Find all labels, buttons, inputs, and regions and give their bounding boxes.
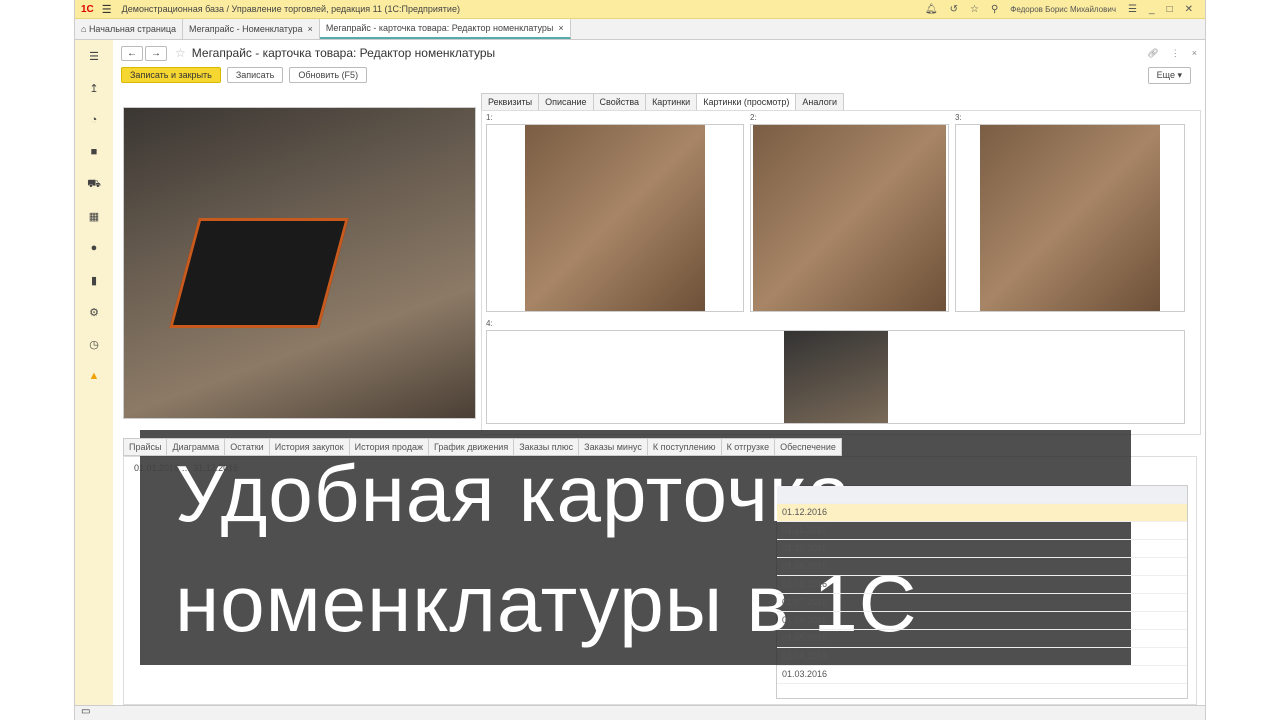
tab-shipment[interactable]: К отгрузке (720, 438, 776, 456)
analytics-tabs: Прайсы Диаграмма Остатки История закупок… (123, 438, 842, 456)
user-name[interactable]: Федоров Борис Михайлович (1010, 5, 1116, 14)
tab-requisites[interactable]: Реквизиты (481, 93, 540, 111)
close-tab-icon[interactable]: × (308, 24, 313, 34)
save-button[interactable]: Записать (226, 67, 284, 83)
save-close-button[interactable]: Записать и закрыть (121, 67, 221, 83)
tab-diagram[interactable]: Диаграмма (166, 438, 226, 456)
more-vert-icon[interactable]: ⋮ (1171, 48, 1180, 58)
picture-gallery: 1: 2: 3: 4: (481, 110, 1201, 435)
tab-prices[interactable]: Прайсы (123, 438, 168, 456)
tab-analogs[interactable]: Аналоги (795, 93, 845, 111)
period-to[interactable]: 31.12.2016 (193, 463, 238, 473)
status-bar: ▭ (75, 705, 1205, 720)
close-tab-icon[interactable]: × (558, 23, 563, 33)
back-button[interactable]: ← (121, 45, 143, 61)
list-item[interactable]: 01.05.2016 (777, 630, 1187, 648)
picture-4[interactable] (486, 330, 1185, 424)
list-item[interactable]: 01.10.2016 (777, 540, 1187, 558)
picture-1[interactable] (486, 124, 744, 312)
grid-icon[interactable]: ▦ (89, 210, 99, 242)
list-item[interactable]: 01.09.2016 (777, 558, 1187, 576)
form: ← → ☆ Мегапрайс - карточка товара: Редак… (121, 40, 1201, 705)
settings-menu-icon[interactable]: ☰ (1128, 4, 1137, 15)
list-item[interactable]: 01.04.2016 (777, 648, 1187, 666)
more-button[interactable]: Еще ▾ (1147, 66, 1191, 84)
list-item[interactable]: 01.08.2016 (777, 576, 1187, 594)
tab-sales-history[interactable]: История продаж (348, 438, 429, 456)
tab-bar: ⌂ Начальная страница Мегапрайс - Номенкл… (75, 19, 1205, 40)
clock-icon[interactable]: ◷ (89, 338, 99, 370)
tab-properties[interactable]: Свойства (592, 93, 647, 111)
app-window: 1С ☰ Демонстрационная база / Управление … (74, 0, 1206, 720)
period-from[interactable]: 01.01.2016 (134, 463, 179, 473)
favorite-icon[interactable]: ☆ (175, 46, 186, 60)
picture-tabs: Реквизиты Описание Свойства Картинки Кар… (481, 93, 845, 111)
bell-icon[interactable]: 🔔︎ (925, 4, 938, 15)
home-icon: ⌂ (81, 24, 89, 34)
picture-label: 1: (486, 113, 493, 122)
tab-card[interactable]: Мегапрайс - карточка товара: Редактор но… (319, 19, 571, 39)
tab-pictures[interactable]: Картинки (645, 93, 698, 111)
tab-incoming[interactable]: К поступлению (646, 438, 722, 456)
tab-label: Начальная страница (88, 24, 177, 34)
picture-2[interactable] (750, 124, 949, 312)
picture-label: 3: (955, 113, 962, 122)
money-icon[interactable]: ● (91, 242, 98, 274)
bag-icon[interactable]: ■ (91, 146, 98, 178)
cart-icon[interactable]: ⛟ (87, 178, 101, 210)
refresh-button[interactable]: Обновить (F5) (289, 67, 368, 83)
search-icon[interactable]: ⚲ (991, 4, 998, 15)
tab-movement-chart[interactable]: График движения (427, 438, 515, 456)
app-logo: 1С (81, 3, 94, 15)
link-icon[interactable]: 🔗︎ (1147, 48, 1158, 58)
tab-orders-minus[interactable]: Заказы минус (578, 438, 648, 456)
bar-chart-icon[interactable]: ▮ (91, 274, 97, 306)
period-list: 01.12.2016 01.11.2016 01.10.2016 01.09.2… (776, 485, 1188, 699)
list-header (777, 486, 1187, 504)
menu-icon[interactable]: ☰ (89, 50, 99, 82)
star-icon[interactable]: ☆ (970, 4, 979, 15)
minimize-icon[interactable]: _ (1149, 4, 1155, 15)
window-title: Демонстрационная база / Управление торго… (121, 4, 460, 14)
tab-nomenclature[interactable]: Мегапрайс - Номенклатура × (183, 19, 320, 39)
tab-label: Мегапрайс - Номенклатура (189, 24, 303, 34)
gear-icon[interactable]: ⚙ (89, 306, 99, 338)
list-item[interactable]: 01.03.2016 (777, 666, 1187, 684)
screen-icon[interactable]: ▭ (81, 706, 90, 717)
tab-provision[interactable]: Обеспечение (774, 438, 842, 456)
pie-chart-icon[interactable]: ◔ (91, 114, 98, 146)
sidebar: ☰ ↥ ◔ ■ ⛟ ▦ ● ▮ ⚙ ◷ ▲ (75, 40, 113, 705)
recent-icon[interactable]: ↥ (89, 82, 98, 114)
tab-stock[interactable]: Остатки (224, 438, 270, 456)
list-item[interactable]: 01.06.2016 (777, 612, 1187, 630)
tab-orders-plus[interactable]: Заказы плюс (513, 438, 580, 456)
tab-home[interactable]: ⌂ Начальная страница (75, 19, 184, 39)
title-bar: 1С ☰ Демонстрационная база / Управление … (75, 0, 1205, 19)
warning-icon[interactable]: ▲ (89, 370, 100, 402)
list-item[interactable]: 01.11.2016 (777, 522, 1187, 540)
main-product-image (123, 107, 476, 419)
picture-label: 4: (486, 319, 493, 328)
history-icon[interactable]: ↺ (950, 4, 958, 15)
picture-3[interactable] (955, 124, 1185, 312)
close-icon[interactable]: ✕ (1185, 4, 1193, 15)
analytics-panel: 01.01.2016 … 31.12.2016 01.12.2016 01.11… (123, 456, 1197, 705)
forward-button[interactable]: → (145, 45, 167, 61)
close-form-icon[interactable]: × (1192, 48, 1197, 58)
menu-icon[interactable]: ☰ (102, 3, 112, 16)
picture-label: 2: (750, 113, 757, 122)
tab-description[interactable]: Описание (538, 93, 594, 111)
page-title: Мегапрайс - карточка товара: Редактор но… (191, 46, 496, 60)
maximize-icon[interactable]: □ (1167, 4, 1173, 15)
tab-pictures-view[interactable]: Картинки (просмотр) (696, 93, 797, 111)
list-item[interactable]: 01.07.2016 (777, 594, 1187, 612)
tab-purchase-history[interactable]: История закупок (268, 438, 350, 456)
list-item[interactable]: 01.12.2016 (777, 504, 1187, 522)
tab-label: Мегапрайс - карточка товара: Редактор но… (325, 23, 554, 33)
